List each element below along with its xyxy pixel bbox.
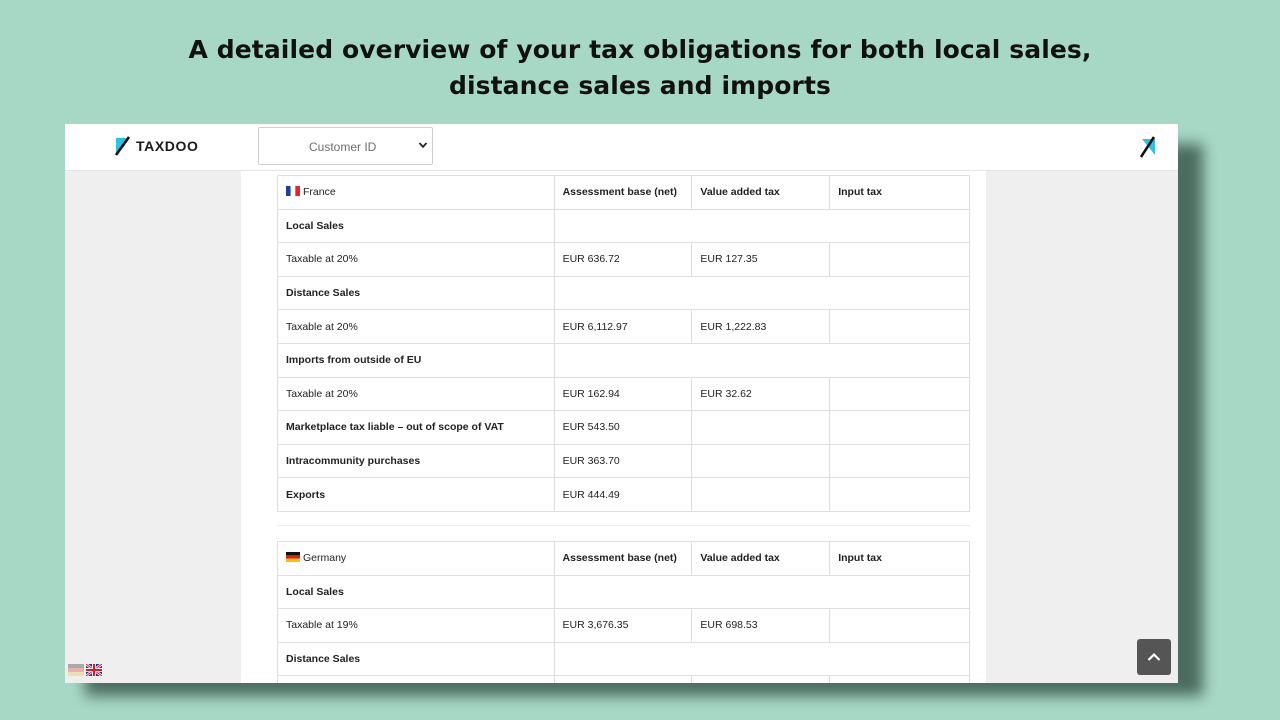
table-row (277, 675, 970, 683)
table-row: Taxable at 20% EUR 162.94 EUR 32.62 (277, 376, 970, 412)
customer-id-select[interactable]: Customer ID (258, 127, 433, 165)
country-cell: Germany (277, 541, 555, 576)
row-label: Exports (277, 477, 555, 512)
france-tax-table: France Assessment base (net) Value added… (277, 175, 971, 512)
column-header-base: Assessment base (net) (553, 541, 693, 576)
country-name: France (303, 186, 336, 199)
table-row: Taxable at 19% EUR 3,676.35 EUR 698.53 (277, 608, 970, 643)
base-value: EUR 444.49 (553, 477, 693, 512)
logo-text: TAXDOO (136, 138, 199, 154)
scroll-to-top-button[interactable] (1137, 639, 1171, 675)
table-row: Distance Sales (277, 641, 971, 677)
vat-value: EUR 127.35 (691, 242, 831, 277)
vat-value (691, 443, 831, 479)
vat-value (691, 477, 831, 512)
headline: A detailed overview of your tax obligati… (0, 32, 1280, 104)
table-row: Local Sales (277, 208, 971, 244)
input-value (829, 410, 970, 445)
column-header-base: Assessment base (net) (553, 175, 693, 210)
table-row: Marketplace tax liable – out of scope of… (277, 410, 970, 445)
row-label: Taxable at 20% (277, 242, 555, 277)
vat-value: EUR 1,222.83 (691, 309, 831, 344)
base-value: EUR 162.94 (553, 376, 693, 412)
empty-cell (553, 208, 971, 244)
column-header-vat: Value added tax (691, 541, 831, 576)
country-cell: France (277, 175, 555, 210)
headline-line-2: distance sales and imports (448, 71, 832, 100)
taxdoo-logo-icon (114, 136, 131, 156)
top-bar: TAXDOO Customer ID (65, 124, 1178, 171)
input-value (829, 477, 970, 512)
vat-value (691, 675, 831, 683)
input-value (829, 675, 970, 683)
empty-cell (553, 574, 971, 610)
input-value (829, 608, 970, 643)
vat-value: EUR 32.62 (691, 376, 831, 412)
country-name: Germany (303, 552, 347, 565)
table-header-row: France Assessment base (net) Value added… (277, 175, 970, 210)
section-label: Local Sales (277, 208, 555, 244)
table-row: Intracommunity purchases EUR 363.70 (277, 443, 970, 479)
section-label: Local Sales (277, 574, 555, 610)
base-value (553, 675, 693, 683)
section-label: Distance Sales (277, 275, 555, 311)
vat-value: EUR 698.53 (691, 608, 831, 643)
flag-de-icon[interactable] (68, 664, 84, 676)
column-header-vat: Value added tax (691, 175, 831, 210)
tax-overview-panel: France Assessment base (net) Value added… (241, 171, 986, 683)
empty-cell (553, 275, 971, 311)
table-row: Taxable at 20% EUR 6,112.97 EUR 1,222.83 (277, 309, 970, 344)
taxdoo-logo[interactable]: TAXDOO (114, 136, 198, 156)
language-switcher (68, 664, 102, 676)
empty-cell (553, 641, 971, 677)
column-header-input: Input tax (829, 175, 970, 210)
flag-uk-icon[interactable] (86, 664, 102, 676)
input-value (829, 376, 970, 412)
flag-de-icon (286, 552, 300, 563)
table-row: Exports EUR 444.49 (277, 477, 970, 512)
app-window: TAXDOO Customer ID France Assessment bas… (65, 124, 1178, 683)
base-value: EUR 363.70 (553, 443, 693, 479)
base-value: EUR 3,676.35 (553, 608, 693, 643)
headline-line-1: A detailed overview of your tax obligati… (188, 35, 1092, 64)
section-label: Distance Sales (277, 641, 555, 677)
table-header-row: Germany Assessment base (net) Value adde… (277, 541, 970, 576)
row-label: Marketplace tax liable – out of scope of… (277, 410, 555, 445)
base-value: EUR 636.72 (553, 242, 693, 277)
input-value (829, 443, 970, 479)
table-row: Imports from outside of EU (277, 342, 971, 378)
base-value: EUR 543.50 (553, 410, 693, 445)
taxdoo-mark-icon[interactable] (1139, 136, 1156, 158)
table-row: Taxable at 20% EUR 636.72 EUR 127.35 (277, 242, 970, 277)
vat-value (691, 410, 831, 445)
input-value (829, 309, 970, 344)
column-header-input: Input tax (829, 541, 970, 576)
chevron-up-icon (1147, 652, 1161, 661)
base-value: EUR 6,112.97 (553, 309, 693, 344)
flag-fr-icon (286, 186, 300, 197)
input-value (829, 242, 970, 277)
empty-cell (553, 342, 971, 378)
row-label: Taxable at 20% (277, 376, 555, 412)
row-label: Taxable at 19% (277, 608, 555, 643)
chevron-down-icon (418, 142, 428, 149)
customer-id-placeholder: Customer ID (309, 140, 377, 154)
table-row: Local Sales (277, 574, 971, 610)
row-label (277, 675, 555, 683)
section-divider (277, 525, 970, 526)
table-row: Distance Sales (277, 275, 971, 311)
germany-tax-table: Germany Assessment base (net) Value adde… (277, 541, 971, 683)
row-label: Intracommunity purchases (277, 443, 555, 479)
section-label: Imports from outside of EU (277, 342, 555, 378)
row-label: Taxable at 20% (277, 309, 555, 344)
